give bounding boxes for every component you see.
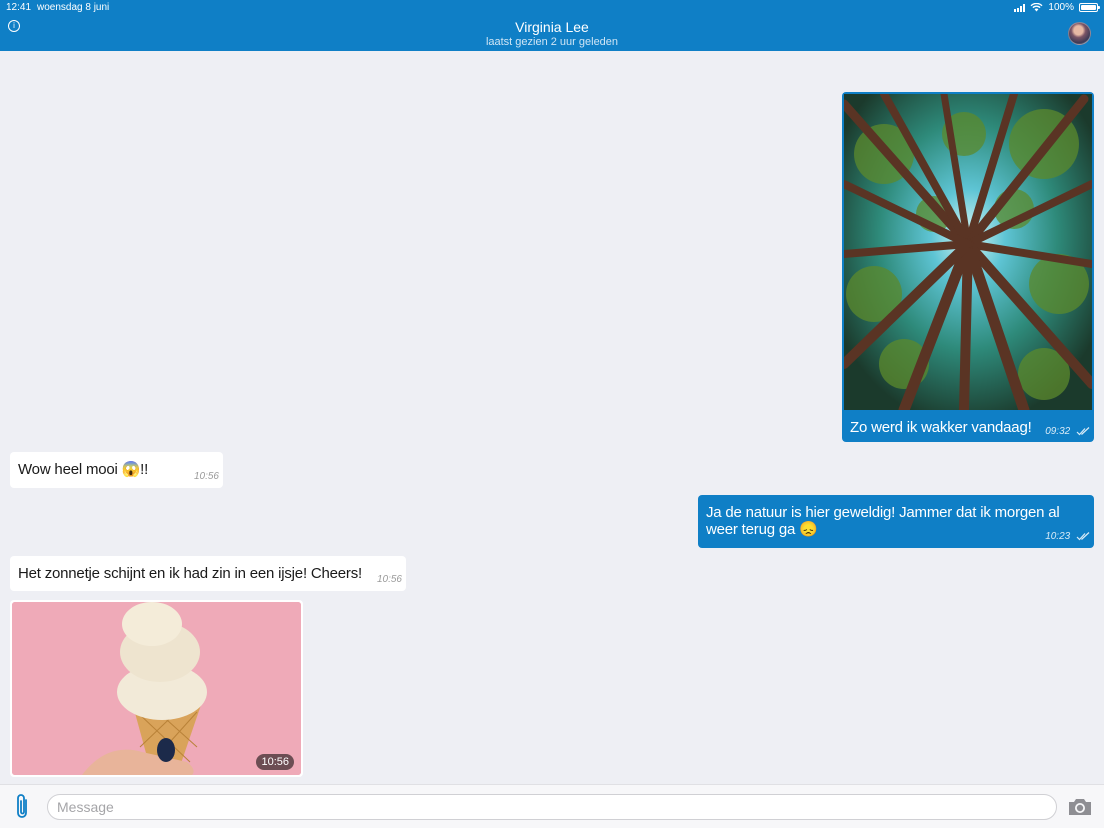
status-time: 12:41 (6, 2, 32, 13)
message-outgoing-image[interactable]: Zo werd ik wakker vandaag! 09:32 (842, 92, 1094, 442)
message-text: Wow heel mooi 😱!! (18, 461, 149, 478)
message-time: 10:56 (376, 574, 402, 585)
camera-icon[interactable] (1067, 797, 1093, 817)
message-time: 10:56 (193, 471, 219, 482)
wifi-icon (1030, 3, 1043, 12)
message-text: Het zonnetje schijnt en ik had zin in ee… (18, 565, 362, 582)
status-date: woensdag 8 juni (37, 2, 110, 13)
message-time: 09:32 (1045, 426, 1090, 437)
message-incoming-text[interactable]: Wow heel mooi 😱!! 10:56 (10, 452, 223, 488)
read-receipt-icon (1076, 426, 1090, 436)
chat-header: 12:41 woensdag 8 juni 100% i Virginia Le… (0, 0, 1104, 51)
battery-percentage: 100% (1048, 2, 1074, 13)
contact-avatar[interactable] (1068, 22, 1091, 45)
message-input[interactable] (47, 794, 1057, 820)
message-incoming-text[interactable]: Het zonnetje schijnt en ik had zin in ee… (10, 556, 406, 591)
message-composer (0, 784, 1104, 828)
message-text: Zo werd ik wakker vandaag! (850, 419, 1032, 436)
message-time-label: 09:32 (1045, 426, 1071, 437)
ice-cream-cone-photo[interactable]: 10:56 (12, 602, 301, 775)
forest-canopy-photo[interactable] (844, 94, 1092, 410)
cellular-signal-icon (1014, 3, 1026, 12)
paperclip-icon[interactable] (12, 793, 34, 821)
battery-icon (1079, 3, 1100, 12)
message-text: Ja de natuur is hier geweldig! Jammer da… (706, 504, 1060, 538)
image-time-badge: 10:56 (256, 754, 294, 770)
message-time-label: 10:23 (1045, 531, 1071, 542)
contact-name[interactable]: Virginia Lee (0, 19, 1104, 35)
message-incoming-image[interactable]: 10:56 (10, 600, 303, 777)
message-outgoing-text[interactable]: Ja de natuur is hier geweldig! Jammer da… (698, 495, 1094, 548)
read-receipt-icon (1076, 531, 1090, 541)
status-indicators: 100% (1014, 2, 1100, 13)
contact-last-seen: laatst gezien 2 uur geleden (485, 36, 619, 48)
message-time: 10:23 (1045, 531, 1090, 542)
